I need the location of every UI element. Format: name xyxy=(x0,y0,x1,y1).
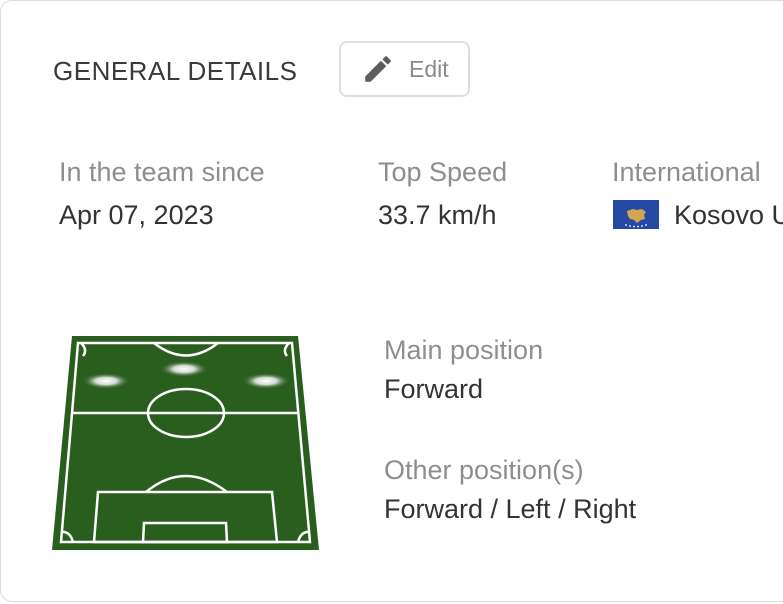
football-pitch-diagram xyxy=(52,336,319,550)
top-speed-value: 33.7 km/h xyxy=(378,200,497,230)
international-label: International xyxy=(612,157,761,187)
position-marker-right xyxy=(242,373,290,389)
section-title: GENERAL DETAILS xyxy=(53,56,298,86)
edit-button-label: Edit xyxy=(409,55,449,82)
other-positions-value: Forward / Left / Right xyxy=(384,494,637,524)
team-since-value: Apr 07, 2023 xyxy=(59,200,214,230)
international-value: Kosovo U xyxy=(674,200,783,230)
top-speed-label: Top Speed xyxy=(378,157,508,187)
edit-button[interactable]: Edit xyxy=(339,41,470,97)
position-marker-left xyxy=(82,373,130,389)
position-marker-forward xyxy=(160,361,208,377)
other-positions-label: Other position(s) xyxy=(384,455,584,485)
pencil-icon xyxy=(365,56,391,82)
main-position-label: Main position xyxy=(384,335,544,365)
main-position-value: Forward xyxy=(384,374,484,404)
kosovo-flag-icon xyxy=(613,200,659,229)
team-since-label: In the team since xyxy=(59,157,265,187)
general-details-card: GENERAL DETAILS Edit In the team since A… xyxy=(0,0,783,602)
